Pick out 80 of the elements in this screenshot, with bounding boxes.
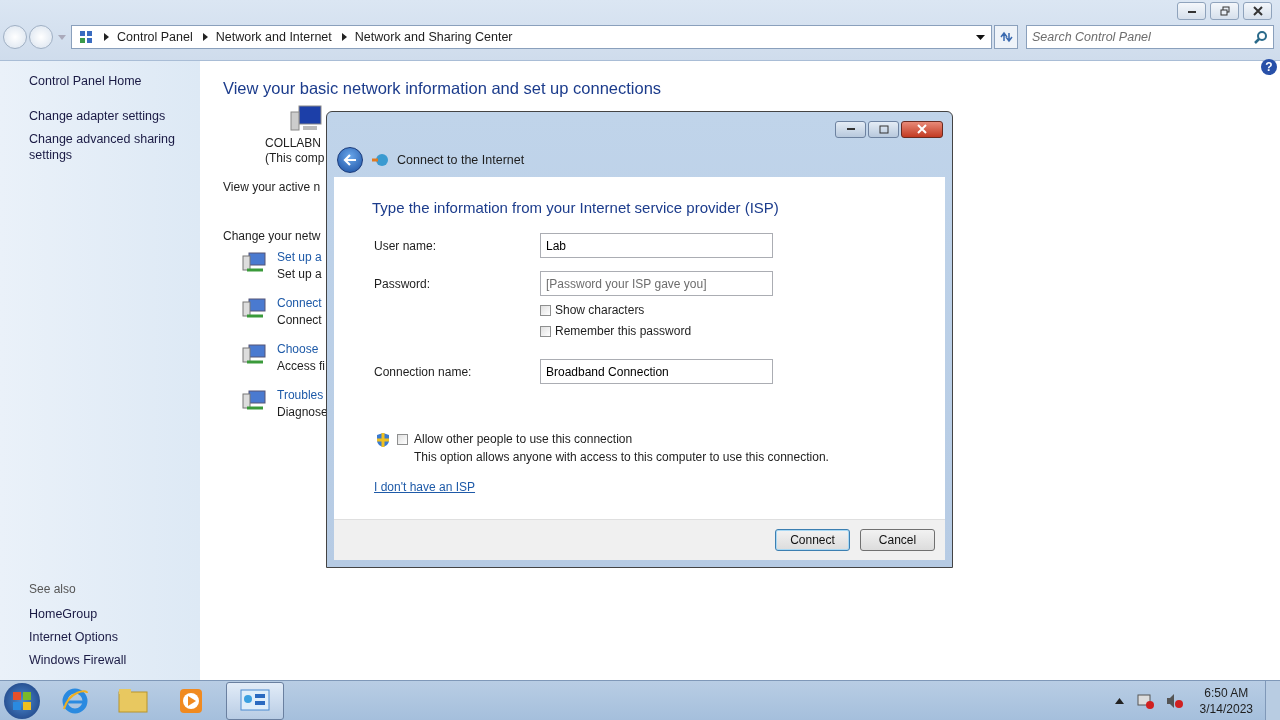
- network-status-icon[interactable]: [1135, 692, 1154, 709]
- refresh-button[interactable]: [994, 25, 1018, 49]
- address-bar[interactable]: Control Panel Network and Internet Network and Sharing Center: [71, 25, 992, 49]
- section-heading: View your active n: [223, 180, 321, 194]
- control-panel-icon[interactable]: [240, 687, 270, 714]
- globe-icon: [371, 152, 389, 167]
- task-link[interactable]: Troubles: [277, 388, 328, 402]
- search-icon[interactable]: [1254, 30, 1268, 44]
- minimize-icon[interactable]: [845, 127, 856, 131]
- computer-name: COLLABN: [265, 136, 322, 151]
- task-link[interactable]: Set up a: [277, 250, 322, 264]
- help-button[interactable]: ?: [1261, 59, 1277, 75]
- field-label: User name:: [374, 238, 438, 253]
- restore-button[interactable]: [1210, 2, 1239, 20]
- field-label: Connection name:: [374, 364, 473, 379]
- shield-icon: [375, 432, 391, 448]
- cancel-button[interactable]: Cancel: [860, 529, 935, 551]
- breadcrumb-arrow-icon[interactable]: [341, 33, 347, 41]
- input-field[interactable]: [Password your ISP gave you]: [540, 271, 773, 296]
- no-isp-link[interactable]: I don't have an ISP: [374, 480, 476, 494]
- minimize-icon[interactable]: [1186, 8, 1197, 14]
- computer-note: (This comp: [265, 151, 325, 166]
- restore-icon[interactable]: [1219, 6, 1230, 16]
- dropdown-arrow-icon[interactable]: [976, 34, 985, 40]
- show-hidden-icons-icon[interactable]: [1114, 697, 1124, 704]
- breadcrumb[interactable]: Network and Sharing Center: [354, 30, 513, 44]
- see-also-link[interactable]: Internet Options: [29, 629, 179, 645]
- minimize-button[interactable]: [835, 120, 866, 138]
- network-icon: [241, 250, 267, 274]
- page-heading: View your basic network information and set up connections: [223, 79, 662, 98]
- task-link[interactable]: Connect: [277, 296, 322, 310]
- task-description: Set up a: [277, 267, 322, 281]
- breadcrumb-arrow-icon[interactable]: [104, 33, 109, 41]
- dialog-title: Connect to the Internet: [397, 152, 525, 167]
- task-description: Access fi: [277, 359, 325, 373]
- minimize-button[interactable]: [1177, 2, 1206, 20]
- maximize-icon[interactable]: [878, 124, 889, 134]
- close-button[interactable]: [901, 120, 943, 138]
- clock-date[interactable]: 3/14/2023: [1199, 700, 1253, 717]
- checkbox[interactable]: [540, 325, 551, 337]
- see-also-heading: See also: [29, 582, 76, 596]
- speaker-muted-icon[interactable]: [1165, 692, 1184, 709]
- back-button[interactable]: [337, 146, 363, 173]
- start-button[interactable]: [4, 682, 40, 719]
- see-also-link[interactable]: Windows Firewall: [29, 652, 179, 668]
- input-field[interactable]: Broadband Connection: [540, 359, 773, 384]
- breadcrumb[interactable]: Network and Internet: [215, 30, 332, 44]
- section-heading: Change your netw: [223, 229, 321, 243]
- clock-time[interactable]: 6:50 AM: [1204, 684, 1249, 701]
- control-panel-icon: [78, 29, 94, 45]
- checkbox[interactable]: [540, 304, 551, 316]
- task-description: Diagnose: [277, 405, 328, 419]
- checkbox-option[interactable]: Remember this password: [540, 324, 692, 338]
- checkbox[interactable]: [397, 434, 408, 445]
- network-icon: [241, 296, 267, 320]
- network-icon: [241, 342, 267, 366]
- field-label: Password:: [374, 276, 432, 291]
- breadcrumb[interactable]: Control Panel: [117, 30, 193, 44]
- task-link[interactable]: Choose: [277, 342, 325, 356]
- sidebar-link[interactable]: Change adapter settings: [29, 108, 179, 124]
- windows-logo-icon[interactable]: [11, 689, 33, 712]
- search-field[interactable]: Search Control Panel: [1026, 25, 1274, 49]
- option-note: This option allows anyone with access to this computer to use this connection.: [414, 450, 829, 464]
- close-icon[interactable]: [1252, 6, 1263, 16]
- task-description: Connect: [277, 313, 322, 327]
- checkbox-option[interactable]: Show characters: [540, 303, 645, 317]
- input-field[interactable]: Lab: [540, 233, 773, 258]
- computer-icon: [289, 104, 323, 134]
- see-also-link[interactable]: HomeGroup: [29, 606, 179, 622]
- breadcrumb-arrow-icon[interactable]: [202, 33, 208, 41]
- connect-button[interactable]: Connect: [775, 529, 850, 551]
- back-arrow-icon[interactable]: [343, 153, 357, 166]
- checkbox-label[interactable]: Allow other people to use this connection: [414, 432, 829, 446]
- dialog-heading: Type the information from your Internet service provider (ISP): [372, 199, 779, 216]
- sidebar-link[interactable]: Control Panel Home: [29, 73, 179, 89]
- network-icon: [241, 388, 267, 412]
- close-button[interactable]: [1243, 2, 1272, 20]
- sidebar-link[interactable]: Change advanced sharing settings: [29, 131, 179, 163]
- refresh-icon[interactable]: [999, 31, 1013, 43]
- control-panel-button[interactable]: [226, 681, 284, 720]
